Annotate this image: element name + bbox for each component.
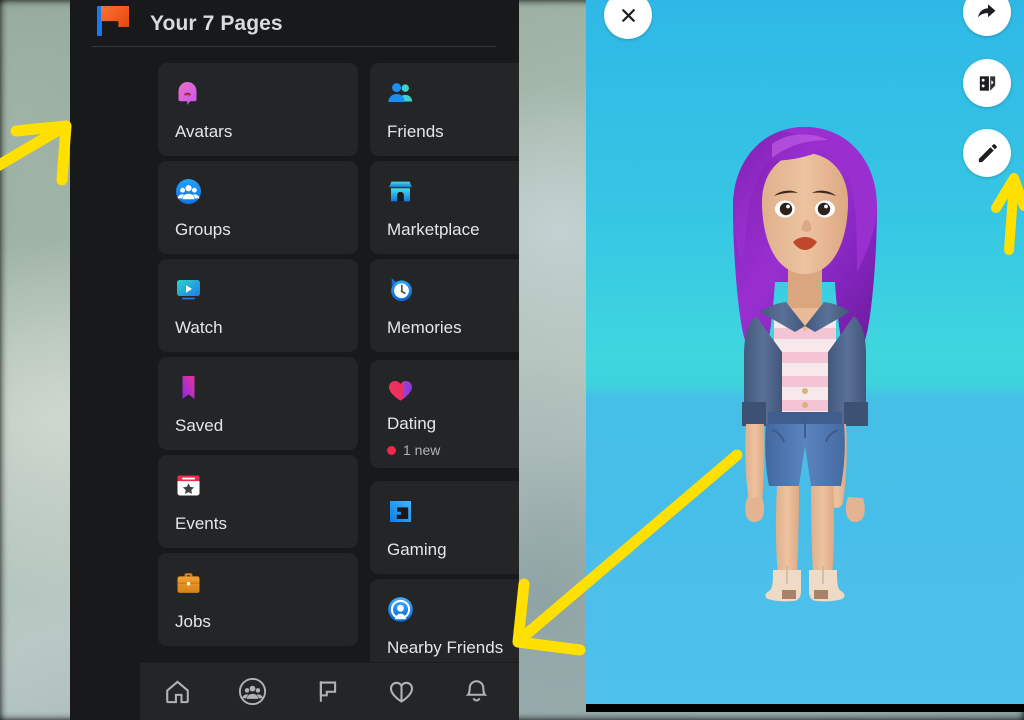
tile-jobs[interactable]: Jobs [158,553,358,646]
menu-panel: Your 7 Pages Avatars [70,0,519,720]
tile-label: Nearby Friends [387,638,503,658]
tile-friends[interactable]: Friends [370,63,519,156]
clock-icon [387,276,519,303]
tile-label: Events [175,514,227,534]
tile-watch[interactable]: Watch [158,259,358,352]
bottom-navigation-bar [140,662,519,720]
heart-icon [387,677,416,706]
tile-marketplace[interactable]: Marketplace [370,161,519,254]
stickers-button[interactable] [963,59,1011,107]
avatar-icon [175,80,358,107]
nav-item-notifications[interactable] [448,663,506,720]
nav-item-groups[interactable] [223,663,281,720]
tile-label: Saved [175,416,223,436]
tile-nearby-friends[interactable]: Nearby Friends [370,579,519,672]
nav-item-dating[interactable] [373,663,431,720]
tile-label: Dating [387,414,436,434]
share-icon [975,0,999,24]
radar-icon [387,596,519,623]
home-icon [163,677,192,706]
tile-events[interactable]: Events [158,455,358,548]
tile-label: Memories [387,318,462,338]
tile-gaming[interactable]: Gaming [370,481,519,574]
calendar-icon [175,472,358,499]
groups-icon [238,677,267,706]
status-badge: 1 new [387,442,440,458]
tile-label: Friends [387,122,444,142]
heart-icon [387,377,519,404]
nav-item-pages[interactable] [298,663,356,720]
pencil-icon [976,142,999,165]
close-icon [618,5,639,26]
panel-header: Your 7 Pages [70,0,519,48]
tile-label: Groups [175,220,231,240]
bookmark-icon [175,374,358,401]
tile-label: Jobs [175,612,211,632]
tile-dating[interactable]: Dating 1 new [370,360,519,468]
tile-label: Avatars [175,122,232,142]
badge-text: 1 new [403,442,440,458]
tile-memories[interactable]: Memories [370,259,519,352]
tile-label: Gaming [387,540,447,560]
header-divider [92,46,496,47]
flag-icon [313,677,342,706]
flag-icon [95,6,133,36]
badge-dot-icon [387,446,396,455]
watch-icon [175,276,358,303]
storefront-icon [387,178,519,205]
avatar-preview-pane [586,0,1024,712]
bell-icon [462,677,491,706]
tile-label: Watch [175,318,223,338]
tile-saved[interactable]: Saved [158,357,358,450]
edit-button[interactable] [963,129,1011,177]
tile-avatars[interactable]: Avatars [158,63,358,156]
nav-item-home[interactable] [148,663,206,720]
share-button[interactable] [963,0,1011,36]
close-button[interactable] [604,0,652,39]
tile-groups[interactable]: Groups [158,161,358,254]
bottom-letterbox [586,704,1024,712]
avatar-character [700,112,910,627]
screenshot-root: Your 7 Pages Avatars [0,0,1024,720]
page-title: Your 7 Pages [150,12,283,36]
tile-label: Marketplace [387,220,480,240]
sticker-icon [976,72,999,95]
briefcase-icon [175,570,358,597]
groups-icon [175,178,358,205]
gaming-icon [387,498,519,525]
friends-icon [387,80,519,107]
